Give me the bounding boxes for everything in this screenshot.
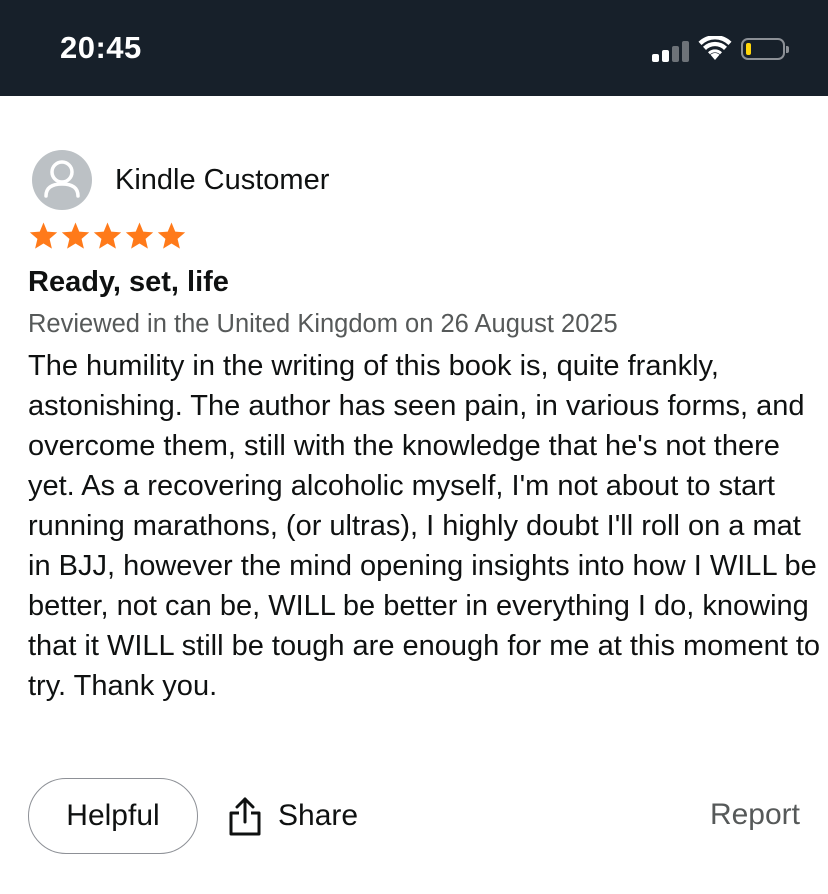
battery-icon	[741, 38, 789, 60]
share-label: Share	[278, 799, 359, 832]
status-time: 20:45	[60, 30, 142, 65]
battery-level	[746, 43, 751, 55]
status-bar: 20:45	[0, 0, 828, 96]
user-avatar-icon	[32, 150, 92, 210]
helpful-button[interactable]: Helpful	[28, 778, 198, 854]
star-rating	[28, 220, 187, 254]
star-icon	[93, 222, 122, 249]
review-body: The humility in the writing of this book…	[28, 350, 821, 702]
wifi-icon	[698, 36, 732, 60]
star-icon	[29, 222, 58, 249]
share-button[interactable]: Share	[228, 790, 358, 842]
report-link[interactable]: Report	[710, 798, 800, 832]
star-icon	[125, 222, 154, 249]
cellular-signal-icon	[652, 40, 690, 62]
review-title: Ready, set, life	[28, 266, 229, 298]
star-icon	[157, 222, 186, 249]
star-icon	[61, 222, 90, 249]
reviewer-name: Kindle Customer	[115, 164, 330, 196]
review-meta: Reviewed in the United Kingdom on 26 Aug…	[28, 310, 618, 338]
share-icon	[229, 797, 261, 836]
